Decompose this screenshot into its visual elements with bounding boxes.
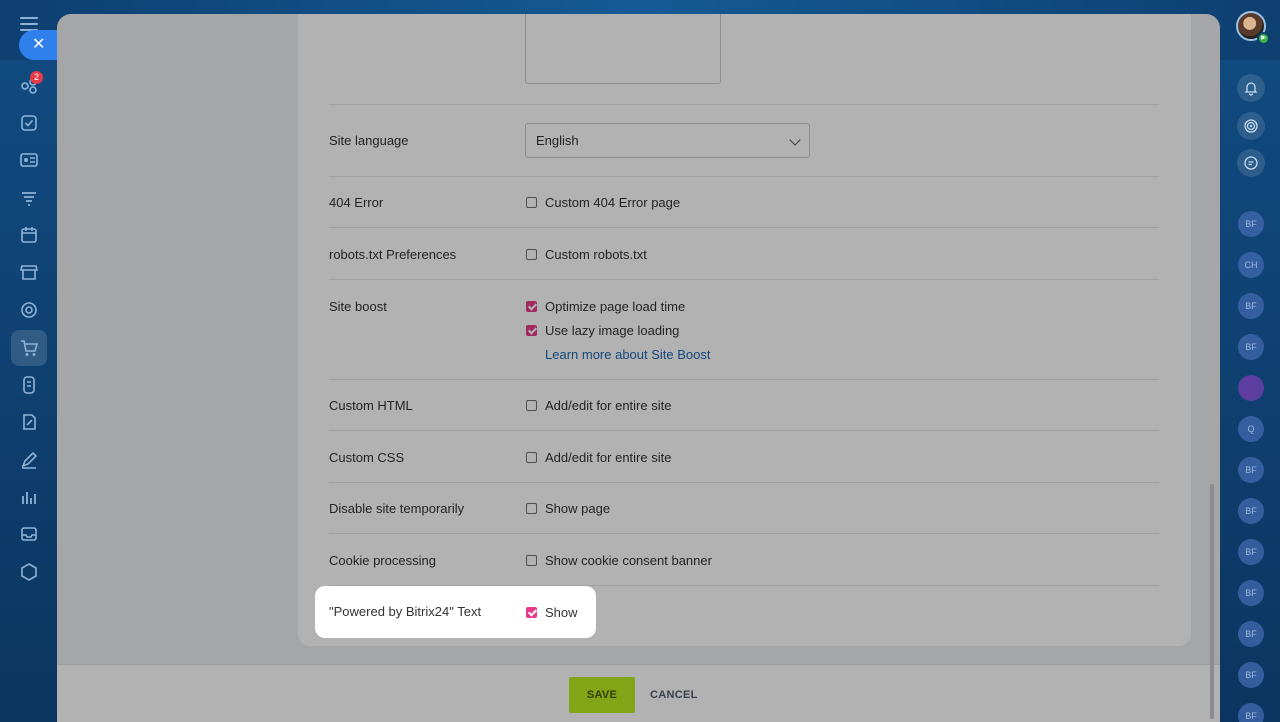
custom-css-label: Custom CSS: [329, 450, 405, 465]
user-avatar-small[interactable]: BF: [1238, 662, 1264, 688]
sign-icon[interactable]: [19, 412, 39, 432]
row-divider: [329, 430, 1159, 431]
optimize-load-checkbox[interactable]: [526, 300, 537, 312]
user-avatar-small[interactable]: BF: [1238, 621, 1264, 647]
powered-by-show-checkbox[interactable]: [526, 606, 537, 618]
crm-icon[interactable]: [19, 188, 39, 208]
menu-icon[interactable]: [20, 17, 38, 31]
cookie-banner-checkbox[interactable]: [526, 554, 537, 566]
box-icon[interactable]: [19, 562, 39, 582]
user-avatar-small[interactable]: BF: [1238, 457, 1264, 483]
site-boost-learn-more-link[interactable]: Learn more about Site Boost: [545, 347, 711, 362]
contact-center-icon[interactable]: [19, 150, 39, 170]
user-avatar-small[interactable]: BF: [1238, 703, 1264, 722]
copilot-icon[interactable]: [1237, 112, 1265, 140]
save-button[interactable]: SAVE: [569, 677, 635, 713]
calendar-icon[interactable]: [19, 225, 39, 245]
target-icon[interactable]: [19, 300, 39, 320]
site-language-label: Site language: [329, 133, 409, 148]
row-divider: [329, 227, 1159, 228]
custom-html-option[interactable]: Add/edit for entire site: [526, 397, 671, 413]
cancel-button[interactable]: CANCEL: [650, 677, 698, 713]
text-area-field[interactable]: [525, 14, 721, 84]
site-language-value: English: [536, 133, 579, 148]
custom-robots-checkbox[interactable]: [526, 248, 537, 260]
user-avatar-small[interactable]: BF: [1238, 539, 1264, 565]
right-sidebar: [1221, 0, 1280, 722]
custom-404-option-label: Custom 404 Error page: [545, 194, 681, 210]
row-divider: [329, 379, 1159, 380]
user-avatar-small[interactable]: BF: [1238, 334, 1264, 360]
show-page-checkbox[interactable]: [526, 502, 537, 514]
analytics-icon[interactable]: [19, 487, 39, 507]
custom-css-option[interactable]: Add/edit for entire site: [526, 449, 671, 465]
user-avatar-small[interactable]: BF: [1238, 211, 1264, 237]
user-avatar-small[interactable]: [1238, 375, 1264, 401]
custom-html-checkbox[interactable]: [526, 399, 537, 411]
custom-css-option-label: Add/edit for entire site: [545, 449, 672, 465]
pen-icon[interactable]: [19, 450, 39, 470]
left-sidebar: 2: [0, 0, 58, 722]
error-404-label: 404 Error: [329, 195, 384, 210]
chat-bubble-icon[interactable]: [1237, 149, 1265, 177]
user-avatar-small[interactable]: Q: [1238, 416, 1264, 442]
show-page-option[interactable]: Show page: [526, 500, 610, 516]
site-boost-label: Site boost: [329, 299, 387, 314]
robots-label: robots.txt Preferences: [329, 247, 457, 262]
row-divider: [329, 482, 1159, 483]
optimize-load-option-label: Optimize page load time: [545, 298, 686, 314]
powered-by-row-highlight: "Powered by Bitrix24" Text Show: [315, 586, 596, 638]
chevron-down-icon: [789, 134, 801, 146]
powered-by-show-label: Show: [545, 604, 578, 620]
inbox-icon[interactable]: [19, 524, 39, 544]
bell-icon[interactable]: [1237, 74, 1265, 102]
site-settings-slider: Site language English 404 Error Custom 4…: [57, 14, 1220, 722]
show-page-option-label: Show page: [545, 500, 611, 516]
user-avatar-small[interactable]: BF: [1238, 498, 1264, 524]
optimize-load-option[interactable]: Optimize page load time: [526, 298, 685, 314]
site-language-select[interactable]: English: [525, 123, 810, 158]
cookie-banner-option-label: Show cookie consent banner: [545, 552, 712, 568]
play-icon: ▶: [1257, 32, 1270, 45]
lazy-loading-option-label: Use lazy image loading: [545, 322, 680, 338]
slider-footer: SAVE CANCEL: [57, 664, 1220, 722]
settings-card: [298, 14, 1191, 646]
cookie-banner-option[interactable]: Show cookie consent banner: [526, 552, 712, 568]
cookie-label: Cookie processing: [329, 553, 436, 568]
user-avatar-small[interactable]: BF: [1238, 293, 1264, 319]
disable-site-label: Disable site temporarily: [329, 501, 465, 516]
scrollbar[interactable]: [1210, 484, 1214, 719]
custom-404-option[interactable]: Custom 404 Error page: [526, 194, 680, 210]
row-divider: [329, 104, 1159, 105]
user-avatar-small[interactable]: BF: [1238, 580, 1264, 606]
custom-css-checkbox[interactable]: [526, 451, 537, 463]
documents-icon[interactable]: [19, 375, 39, 395]
custom-robots-option[interactable]: Custom robots.txt: [526, 246, 647, 262]
custom-404-checkbox[interactable]: [526, 196, 537, 208]
lazy-loading-checkbox[interactable]: [526, 324, 537, 336]
store-icon[interactable]: [19, 262, 39, 282]
custom-html-label: Custom HTML: [329, 398, 413, 413]
tasks-icon[interactable]: [19, 113, 39, 133]
lazy-loading-option[interactable]: Use lazy image loading: [526, 322, 679, 338]
custom-robots-option-label: Custom robots.txt: [545, 246, 647, 262]
user-avatar-small[interactable]: CH: [1238, 252, 1264, 278]
powered-by-label: "Powered by Bitrix24" Text: [329, 604, 482, 619]
custom-html-option-label: Add/edit for entire site: [545, 397, 672, 413]
row-divider: [329, 176, 1159, 177]
powered-by-show-option[interactable]: Show: [526, 604, 578, 620]
row-divider: [329, 279, 1159, 280]
shopping-cart-icon[interactable]: [19, 338, 39, 358]
row-divider: [329, 533, 1159, 534]
notification-badge: 2: [30, 71, 43, 84]
